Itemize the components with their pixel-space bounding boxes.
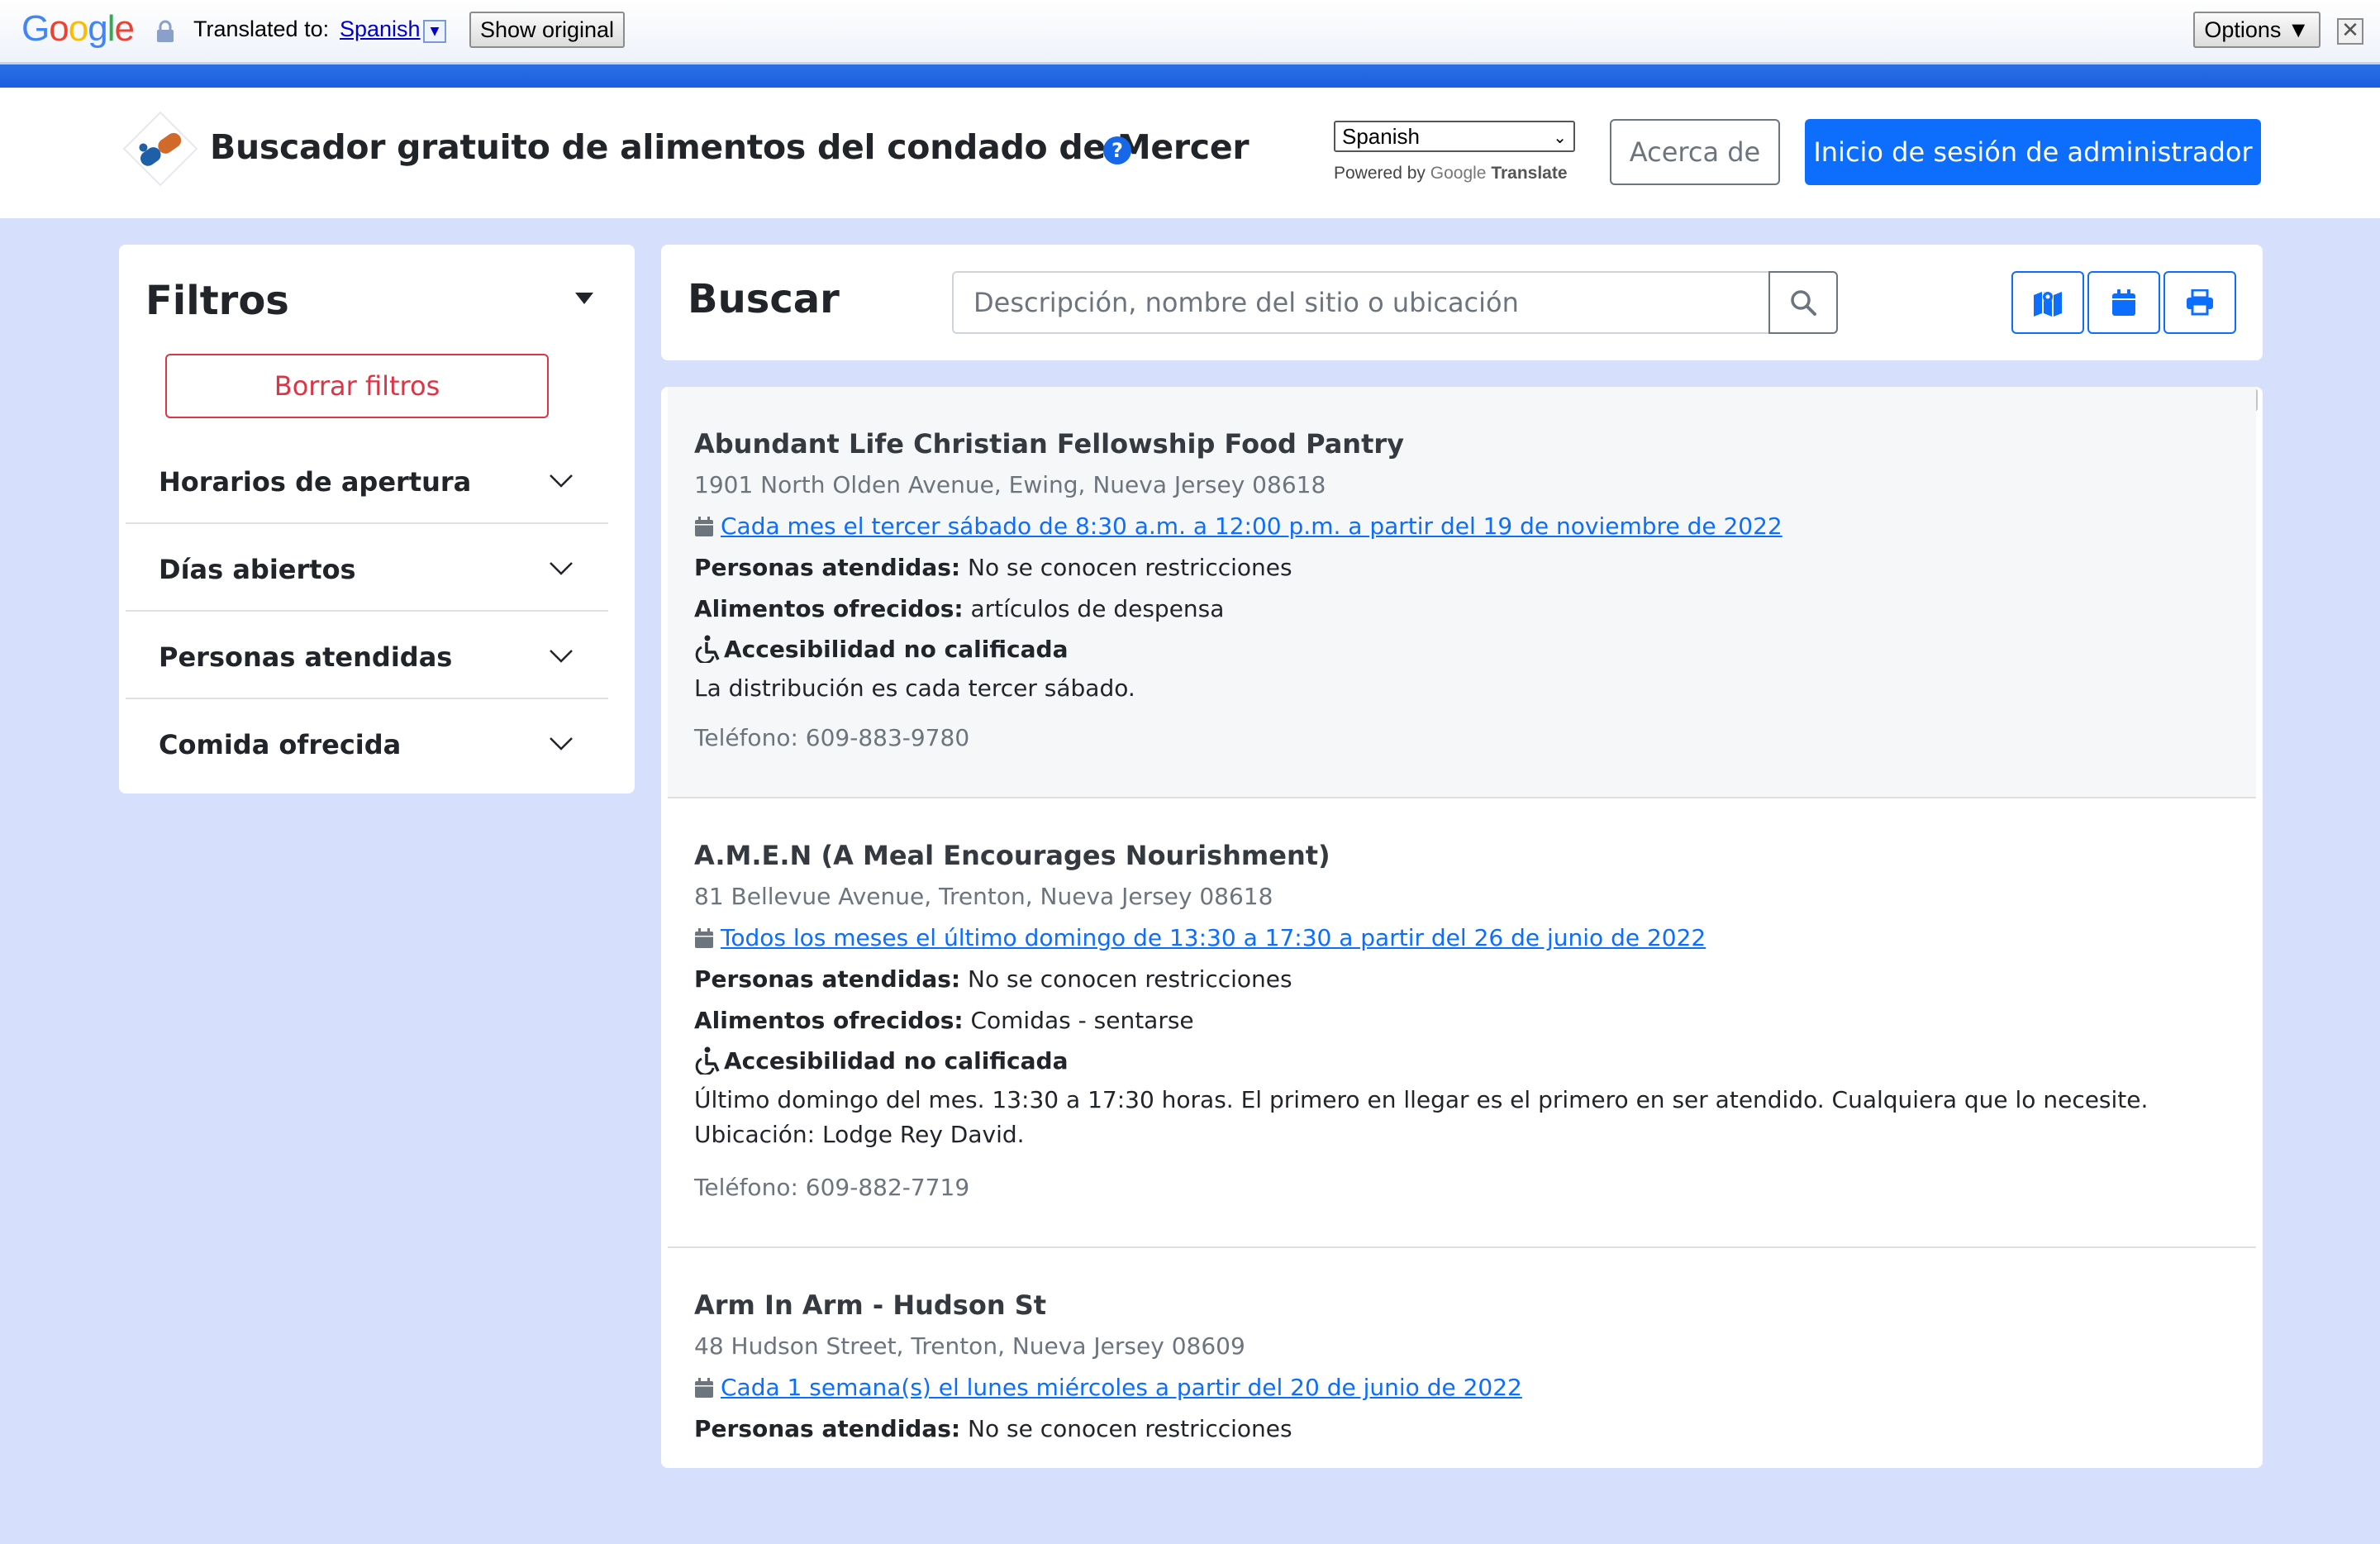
clear-filters-button[interactable]: Borrar filtros: [165, 354, 549, 418]
translate-wordmark: Translate: [1491, 164, 1568, 183]
language-dropdown-icon[interactable]: ▼: [423, 20, 446, 43]
powered-by-google-translate: Powered by Google Translate: [1334, 164, 1568, 183]
options-button[interactable]: Options ▼: [2193, 12, 2320, 48]
site-logo[interactable]: [122, 111, 198, 187]
site-header: Buscador gratuito de alimentos del conda…: [0, 88, 2380, 218]
about-button[interactable]: Acerca de: [1610, 119, 1780, 185]
food-offered-label: Alimentos ofrecidos:: [694, 1007, 964, 1034]
schedule-link[interactable]: Todos los meses el último domingo de 13:…: [694, 924, 1706, 951]
list-item[interactable]: A.M.E.N (A Meal Encourages Nourishment) …: [668, 798, 2256, 1248]
chevron-down-icon: [550, 650, 573, 663]
map-view-button[interactable]: [2011, 271, 2084, 334]
site-address: 48 Hudson Street, Trenton, Nueva Jersey …: [694, 1332, 1245, 1360]
calendar-icon: [695, 516, 713, 536]
calendar-icon: [695, 927, 713, 948]
food-offered-label: Alimentos ofrecidos:: [694, 595, 964, 622]
site-phone[interactable]: Teléfono: 609-882-7719: [694, 1174, 969, 1201]
chevron-down-icon: ⌄: [1553, 129, 1567, 147]
list-item[interactable]: Arm In Arm - Hudson St 48 Hudson Street,…: [668, 1248, 2256, 1468]
translate-bar: Google Translated to: Spanish ▼ Show ori…: [0, 0, 2380, 64]
search-button[interactable]: [1768, 271, 1838, 334]
food-offered-value: artículos de despensa: [970, 595, 1225, 622]
people-served: Personas atendidas: No se conocen restri…: [694, 554, 1292, 581]
lock-icon: [157, 20, 174, 42]
admin-login-button[interactable]: Inicio de sesión de administrador: [1805, 119, 2261, 185]
close-translate-bar-button[interactable]: ✕: [2337, 18, 2363, 45]
translated-language-link[interactable]: Spanish: [340, 17, 421, 42]
food-offered: Alimentos ofrecidos: artículos de despen…: [694, 595, 1224, 622]
collapse-filters-icon[interactable]: [575, 293, 593, 304]
language-select-value: Spanish: [1342, 124, 1420, 149]
schedule-link[interactable]: Cada mes el tercer sábado de 8:30 a.m. a…: [694, 512, 1783, 540]
site-description: La distribución es cada tercer sábado.: [694, 674, 1135, 702]
site-address: 1901 North Olden Avenue, Ewing, Nueva Je…: [694, 471, 1326, 498]
search-panel: Buscar Descripción, nombre del sitio o u…: [661, 245, 2263, 360]
schedule-link[interactable]: Cada 1 semana(s) el lunes miércoles a pa…: [694, 1374, 1522, 1401]
filter-label: Horarios de apertura: [159, 466, 472, 498]
filter-opening-hours[interactable]: Horarios de apertura: [126, 436, 608, 524]
show-original-button[interactable]: Show original: [469, 12, 625, 48]
results-list[interactable]: Abundant Life Christian Fellowship Food …: [661, 387, 2263, 1468]
language-select[interactable]: Spanish ⌄: [1334, 121, 1575, 152]
filter-food-offered[interactable]: Comida ofrecida: [126, 699, 608, 787]
site-description: Último domingo del mes. 13:30 a 17:30 ho…: [694, 1086, 2149, 1148]
translate-bar-divider: [0, 64, 2380, 88]
calendar-icon: [2112, 289, 2135, 316]
accessibility-text: Accesibilidad no calificada: [724, 1046, 1069, 1075]
search-icon: [1791, 290, 1816, 316]
chevron-down-icon: [550, 562, 573, 575]
chevron-down-icon: [550, 474, 573, 488]
people-served-value: No se conocen restricciones: [968, 554, 1292, 581]
calendar-icon: [695, 1377, 713, 1398]
powered-by-label: Powered by: [1334, 164, 1426, 183]
filter-label: Personas atendidas: [159, 641, 453, 673]
site-name[interactable]: Abundant Life Christian Fellowship Food …: [694, 428, 1404, 460]
site-name[interactable]: A.M.E.N (A Meal Encourages Nourishment): [694, 840, 1330, 871]
schedule-text[interactable]: Cada mes el tercer sábado de 8:30 a.m. a…: [721, 512, 1783, 540]
food-offered: Alimentos ofrecidos: Comidas - sentarse: [694, 1007, 1194, 1034]
people-served-value: No se conocen restricciones: [968, 965, 1292, 993]
help-icon[interactable]: ?: [1103, 136, 1131, 164]
google-logo: Google: [21, 8, 135, 49]
people-served-value: No se conocen restricciones: [968, 1415, 1292, 1442]
filters-panel: Filtros Borrar filtros Horarios de apert…: [119, 245, 635, 793]
print-icon: [2187, 289, 2213, 316]
chevron-down-icon: [550, 737, 573, 751]
schedule-text[interactable]: Todos los meses el último domingo de 13:…: [721, 924, 1706, 951]
people-served-label: Personas atendidas:: [694, 965, 961, 993]
food-offered-value: Comidas - sentarse: [970, 1007, 1194, 1034]
filters-title: Filtros: [145, 278, 289, 324]
calendar-view-button[interactable]: [2087, 271, 2160, 334]
filter-people-served[interactable]: Personas atendidas: [126, 612, 608, 699]
people-served: Personas atendidas: No se conocen restri…: [694, 1415, 1292, 1442]
search-title: Buscar: [688, 276, 840, 322]
filter-label: Días abiertos: [159, 554, 356, 585]
wheelchair-icon: [695, 635, 720, 663]
list-item[interactable]: Abundant Life Christian Fellowship Food …: [668, 387, 2256, 798]
filter-days-open[interactable]: Días abiertos: [126, 524, 608, 612]
schedule-text[interactable]: Cada 1 semana(s) el lunes miércoles a pa…: [721, 1374, 1522, 1401]
filter-label: Comida ofrecida: [159, 729, 402, 760]
site-address: 81 Bellevue Avenue, Trenton, Nueva Jerse…: [694, 883, 1273, 910]
accessibility-text: Accesibilidad no calificada: [724, 635, 1069, 663]
wheelchair-icon: [695, 1046, 720, 1075]
accessibility: Accesibilidad no calificada: [694, 635, 1068, 663]
print-button[interactable]: [2163, 271, 2236, 334]
search-input[interactable]: Descripción, nombre del sitio o ubicació…: [952, 271, 1770, 334]
accessibility: Accesibilidad no calificada: [694, 1046, 1068, 1075]
map-icon: [2034, 291, 2062, 317]
people-served: Personas atendidas: No se conocen restri…: [694, 965, 1292, 993]
site-phone[interactable]: Teléfono: 609-883-9780: [694, 724, 969, 751]
people-served-label: Personas atendidas:: [694, 1415, 961, 1442]
google-wordmark: Google: [1430, 164, 1487, 183]
people-served-label: Personas atendidas:: [694, 554, 961, 581]
page-title: Buscador gratuito de alimentos del conda…: [210, 127, 1250, 167]
site-name[interactable]: Arm In Arm - Hudson St: [694, 1289, 1046, 1321]
translated-to-label: Translated to:: [193, 17, 330, 41]
